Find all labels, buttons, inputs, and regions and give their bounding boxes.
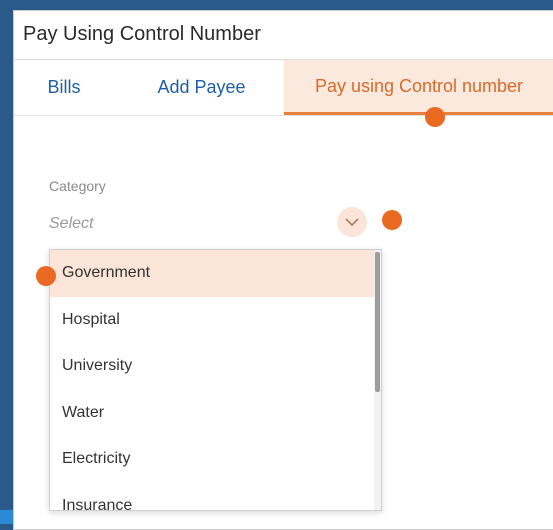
dropdown-scrollbar[interactable] [374, 250, 381, 510]
tab-bills[interactable]: Bills [14, 60, 114, 115]
option-university[interactable]: University [50, 343, 375, 390]
category-select[interactable]: Select [47, 203, 387, 237]
tab-bills-label: Bills [47, 77, 81, 97]
tab-bar: Bills Add Payee Pay using Control number [14, 60, 553, 115]
option-electricity[interactable]: Electricity [50, 436, 375, 483]
marker-dot-tab [425, 107, 445, 127]
tab-add-payee[interactable]: Add Payee [124, 60, 279, 115]
option-hospital[interactable]: Hospital [50, 297, 375, 344]
option-insurance[interactable]: Insurance [50, 483, 375, 510]
option-water[interactable]: Water [50, 390, 375, 437]
category-label: Category [49, 178, 106, 194]
background-strip [0, 510, 13, 524]
marker-dot-chevron [382, 210, 402, 230]
category-placeholder: Select [49, 215, 94, 232]
tab-add-payee-label: Add Payee [157, 77, 246, 97]
window-title: Pay Using Control Number [23, 23, 261, 45]
option-government[interactable]: Government [50, 250, 375, 297]
pay-control-number-window: Pay Using Control Number Bills Add Payee… [13, 10, 553, 530]
tab-underline-divider [14, 115, 553, 116]
category-dropdown: Government Hospital University Water Ele… [49, 249, 382, 511]
tab-pay-using-control-number[interactable]: Pay using Control number [284, 60, 553, 115]
dropdown-scrollbar-thumb[interactable] [375, 252, 380, 392]
tab-pay-using-control-number-label: Pay using Control number [314, 75, 524, 96]
marker-dot-option [36, 266, 56, 286]
category-options-list: Government Hospital University Water Ele… [50, 250, 381, 510]
chevron-down-icon[interactable] [337, 207, 367, 237]
